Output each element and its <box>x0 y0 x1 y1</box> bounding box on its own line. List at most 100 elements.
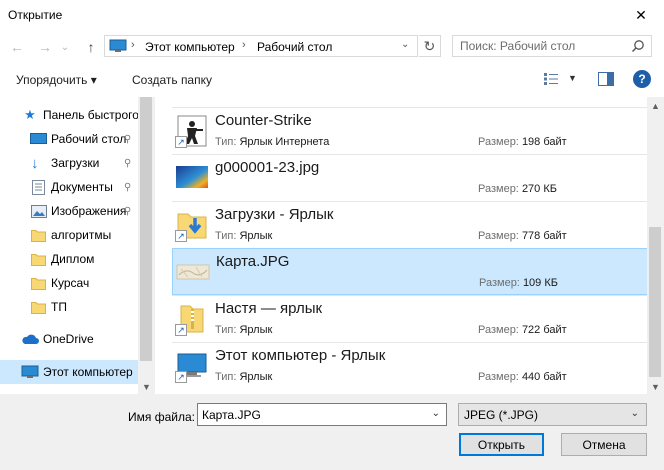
breadcrumb-item-desktop[interactable]: Рабочий стол <box>257 40 332 54</box>
shortcut-arrow-icon: ↗ <box>175 371 187 383</box>
preview-pane-icon[interactable] <box>598 72 614 89</box>
filetype-select[interactable]: JPEG (*.JPG) ⌄ <box>458 403 647 426</box>
sidebar-item-quick-access[interactable]: ★ Панель быстрого доступа <box>0 103 140 127</box>
new-folder-button[interactable]: Создать папку <box>132 73 212 87</box>
chevron-down-icon[interactable]: ⌄ <box>432 408 440 419</box>
sidebar-item-downloads[interactable]: ↓ Загрузки ⚲ <box>0 151 140 175</box>
breadcrumb-separator: › <box>242 39 246 51</box>
filename-combobox[interactable]: ⌄ <box>197 403 447 426</box>
sidebar-item-pictures[interactable]: Изображения ⚲ <box>0 199 140 223</box>
sidebar-item-label: Панель быстрого доступа <box>43 108 140 122</box>
sidebar-item-label: OneDrive <box>43 332 94 346</box>
sidebar-item-tp[interactable]: ТП <box>0 295 140 319</box>
help-icon[interactable]: ? <box>633 70 651 88</box>
refresh-icon[interactable]: ↻ <box>419 35 441 57</box>
scrollbar-thumb[interactable] <box>140 97 152 361</box>
pin-icon[interactable]: ⚲ <box>124 134 131 145</box>
counter-strike-icon: ↗ <box>175 114 209 148</box>
folder-zip-icon: ↗ <box>175 302 209 336</box>
map-thumbnail-icon <box>176 255 210 289</box>
file-item-downloads-shortcut[interactable]: ↗ Загрузки - Ярлык Тип: Ярлык Размер: 77… <box>172 201 648 248</box>
sidebar-item-algorithms[interactable]: алгоритмы <box>0 223 140 247</box>
chevron-down-icon[interactable]: ⌄ <box>401 39 409 50</box>
sidebar-item-label: Рабочий стол <box>51 132 127 146</box>
file-size: Размер: 270 КБ <box>478 183 557 195</box>
sidebar-item-label: Этот компьютер <box>43 365 133 379</box>
sidebar-item-label: Изображения <box>51 204 127 218</box>
view-options-icon[interactable] <box>543 72 559 89</box>
close-icon[interactable]: ✕ <box>618 0 664 31</box>
cloud-icon <box>21 333 39 345</box>
file-name: g000001-23.jpg <box>215 159 320 176</box>
back-arrow-icon[interactable]: ← <box>6 37 28 57</box>
breadcrumb-item-this-pc[interactable]: Этот компьютер <box>145 40 235 54</box>
computer-icon: ↗ <box>175 349 209 383</box>
pin-icon[interactable]: ⚲ <box>124 206 131 217</box>
dialog-footer: Имя файла: ⌄ JPEG (*.JPG) ⌄ Открыть Отме… <box>0 394 664 470</box>
navigation-bar: ← → ⌄ ↑ › Этот компьютер › Рабочий стол … <box>0 31 664 63</box>
breadcrumb-separator: › <box>131 39 135 51</box>
search-icon[interactable] <box>631 39 645 56</box>
sidebar-item-diploma[interactable]: Диплом <box>0 247 140 271</box>
pin-icon[interactable]: ⚲ <box>124 182 131 193</box>
sidebar-item-label: Загрузки <box>51 156 100 170</box>
open-button[interactable]: Открыть <box>459 433 544 456</box>
sidebar-item-label: ТП <box>51 300 67 314</box>
sidebar-item-this-pc[interactable]: Этот компьютер <box>0 360 140 384</box>
scrollbar-thumb[interactable] <box>649 227 661 377</box>
filename-label: Имя файла: <box>128 410 195 424</box>
file-name: Настя — ярлык <box>215 300 323 317</box>
file-size: Размер: 778 байт <box>478 230 567 242</box>
forward-arrow-icon[interactable]: → <box>34 37 56 57</box>
address-bar[interactable]: › Этот компьютер › Рабочий стол ⌄ <box>104 35 418 57</box>
downloads-folder-icon: ↗ <box>175 208 209 242</box>
file-size: Размер: 722 байт <box>478 324 567 336</box>
scroll-up-arrow-icon[interactable]: ▲ <box>651 101 660 111</box>
file-item-g000001[interactable]: g000001-23.jpg Размер: 270 КБ <box>172 154 648 201</box>
sidebar-item-label: Диплом <box>51 252 95 266</box>
shortcut-arrow-icon: ↗ <box>175 230 187 242</box>
title-bar: Открытие ✕ <box>0 0 664 31</box>
folder-icon <box>31 301 46 314</box>
list-item[interactable] <box>172 97 648 107</box>
sidebar-scrollbar[interactable]: ▼ <box>138 97 155 394</box>
command-bar: Упорядочить ▾ Создать папку ▼ ? <box>0 63 664 97</box>
file-item-karta[interactable]: Карта.JPG Размер: 109 КБ <box>172 248 648 295</box>
sidebar-item-desktop[interactable]: Рабочий стол ⚲ <box>0 127 140 151</box>
computer-icon <box>21 365 39 379</box>
file-list-scrollbar[interactable]: ▲ ▼ <box>647 97 664 394</box>
organize-button[interactable]: Упорядочить ▾ <box>16 73 97 87</box>
window-title: Открытие <box>8 8 63 22</box>
folder-icon <box>31 277 46 290</box>
pin-icon[interactable]: ⚲ <box>124 158 131 169</box>
up-arrow-icon[interactable]: ↑ <box>80 37 102 57</box>
image-thumbnail-icon <box>175 161 209 195</box>
view-dropdown-icon[interactable]: ▼ <box>568 73 577 83</box>
sidebar-item-documents[interactable]: Документы ⚲ <box>0 175 140 199</box>
recent-locations-chevron-icon[interactable]: ⌄ <box>58 37 72 57</box>
filename-input[interactable] <box>198 404 423 425</box>
sidebar-item-coursework[interactable]: Курсач <box>0 271 140 295</box>
scroll-down-arrow-icon[interactable]: ▼ <box>651 382 660 392</box>
cancel-button[interactable]: Отмена <box>561 433 647 456</box>
file-type: Тип: Ярлык <box>215 371 273 383</box>
sidebar-item-label: алгоритмы <box>51 228 112 242</box>
scroll-down-arrow-icon[interactable]: ▼ <box>142 382 151 392</box>
file-item-nastya-shortcut[interactable]: ↗ Настя — ярлык Тип: Ярлык Размер: 722 б… <box>172 295 648 342</box>
computer-icon <box>109 39 127 56</box>
sidebar-item-onedrive[interactable]: OneDrive <box>0 327 140 351</box>
search-input[interactable] <box>453 36 623 56</box>
file-item-this-pc-shortcut[interactable]: ↗ Этот компьютер - Ярлык Тип: Ярлык Разм… <box>172 342 648 389</box>
pictures-icon <box>31 204 47 218</box>
sidebar-item-label: Курсач <box>51 276 90 290</box>
folder-icon <box>31 229 46 242</box>
chevron-down-icon[interactable]: ⌄ <box>631 408 639 419</box>
file-size: Размер: 198 байт <box>478 136 567 148</box>
navigation-pane: ★ Панель быстрого доступа Рабочий стол ⚲… <box>0 97 155 394</box>
file-size: Размер: 440 байт <box>478 371 567 383</box>
file-name: Counter-Strike <box>215 112 312 129</box>
file-type: Тип: Ярлык Интернета <box>215 136 330 148</box>
file-item-counter-strike[interactable]: ↗ Counter-Strike Тип: Ярлык Интернета Ра… <box>172 107 648 154</box>
search-box[interactable] <box>452 35 652 57</box>
folder-icon <box>31 253 46 266</box>
